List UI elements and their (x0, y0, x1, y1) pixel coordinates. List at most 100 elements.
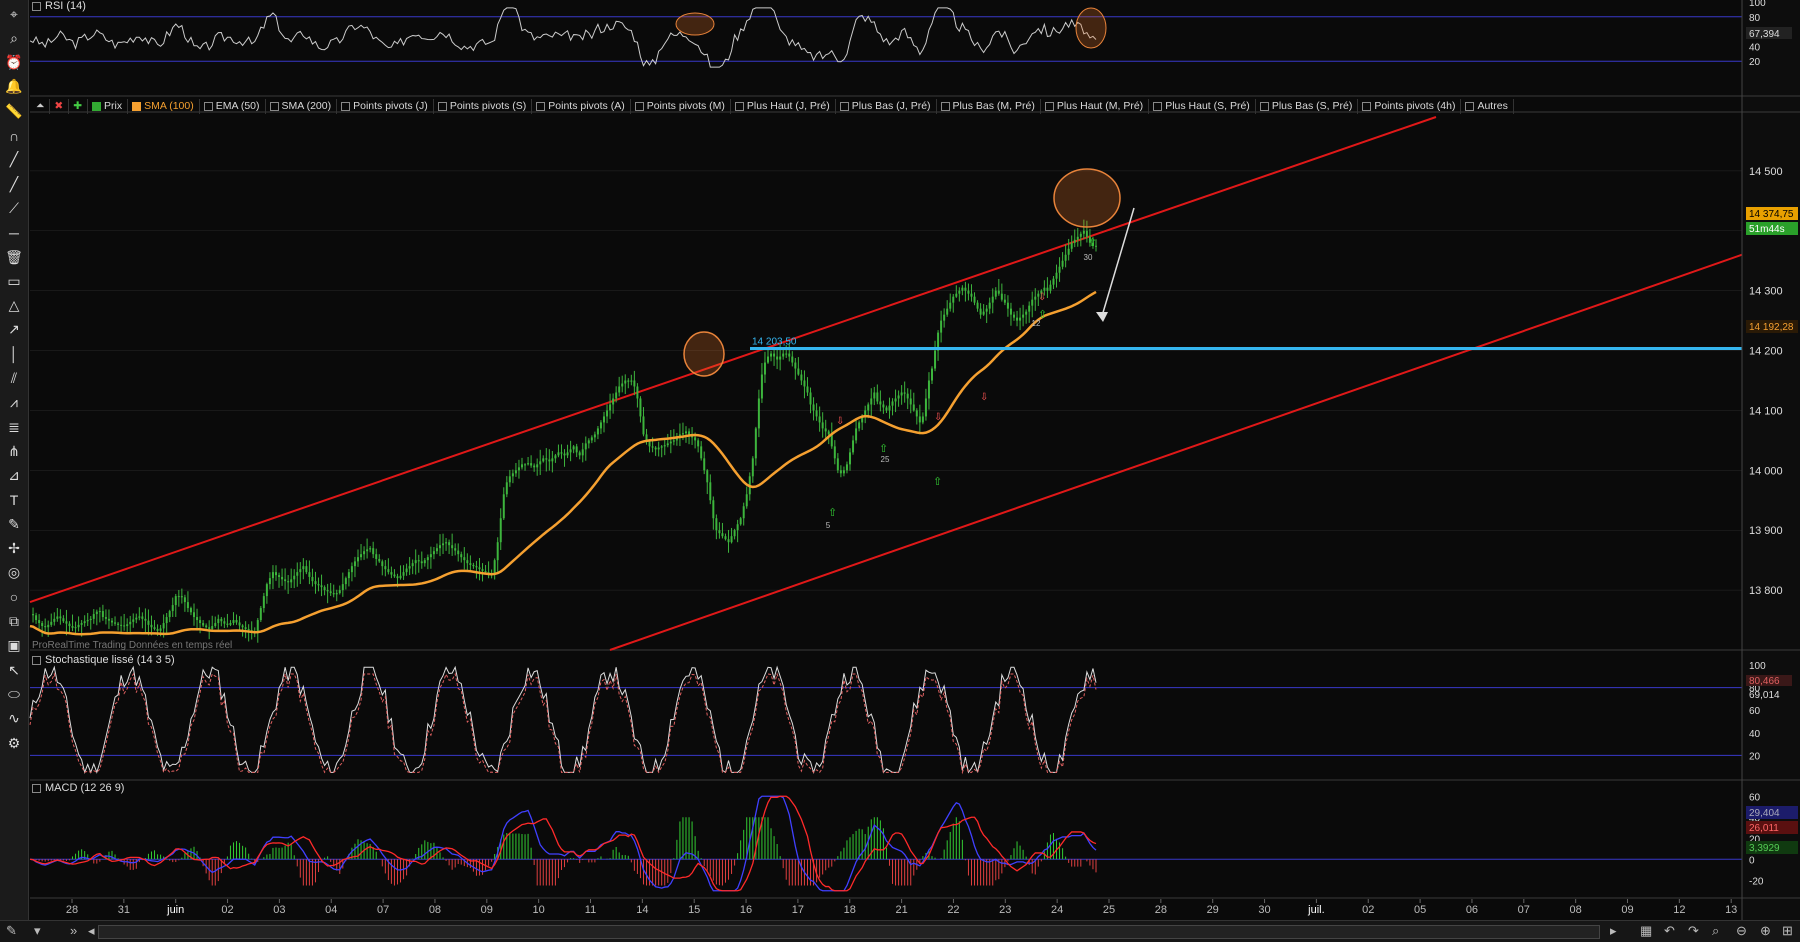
candle-body (569, 449, 572, 453)
zoom-in-icon[interactable]: ⊕ (1760, 923, 1771, 939)
candle-body (71, 626, 74, 628)
zoom-icon[interactable]: ⌕ (1712, 923, 1719, 939)
date-tick-label: 18 (844, 904, 856, 916)
stoch-checkbox[interactable] (32, 655, 41, 665)
candle-body (335, 593, 338, 595)
legend-item[interactable]: Points pivots (J) (337, 98, 434, 114)
candle-body (405, 568, 408, 573)
legend-item[interactable]: Points pivots (S) (434, 98, 533, 114)
candle-body (141, 616, 144, 619)
candle-body (967, 290, 970, 294)
legend-checkbox[interactable] (1259, 101, 1269, 111)
candle-body (815, 410, 818, 417)
legend-checkbox[interactable] (203, 101, 213, 111)
fit-icon[interactable]: ⊞ (1782, 923, 1793, 939)
close-icon[interactable]: ✖ (50, 98, 70, 114)
channel-upper-line (29, 116, 1437, 604)
date-tick-label: 25 (1103, 904, 1115, 916)
candle-body (132, 619, 135, 622)
alarm-icon[interactable]: ⏶ (32, 98, 51, 114)
candle-body (530, 463, 533, 466)
candle-body (1000, 293, 1003, 300)
legend-item[interactable]: Points pivots (4h) (1358, 98, 1462, 114)
date-tick-label: 04 (325, 904, 337, 916)
candle-body (1067, 248, 1070, 255)
legend-checkbox[interactable] (269, 101, 279, 111)
candle-body (281, 576, 284, 580)
candle-body (165, 617, 168, 624)
legend-item[interactable]: Autres (1461, 98, 1514, 114)
legend-item[interactable]: SMA (200) (266, 98, 338, 114)
legend-item[interactable]: Plus Haut (S, Pré) (1149, 98, 1256, 114)
candle-body (95, 611, 98, 615)
legend-item[interactable]: Points pivots (M) (631, 98, 731, 114)
legend-item[interactable]: Points pivots (A) (532, 98, 631, 114)
macd-checkbox[interactable] (32, 783, 41, 793)
redo-icon[interactable]: ↷ (1688, 923, 1699, 939)
legend-checkbox[interactable] (1153, 101, 1163, 111)
double-chevron-icon[interactable]: » (70, 923, 77, 938)
chart-area[interactable]: 14 500 14 40 0 14 300 14 200 14 100 14 000 13 9… (0, 0, 1800, 920)
legend-checkbox[interactable] (1362, 101, 1372, 111)
legend-checkbox[interactable] (437, 101, 447, 111)
candle-body (791, 356, 794, 363)
down-arrow-head (1096, 312, 1108, 322)
candle-body (238, 622, 241, 626)
candle-body (587, 440, 590, 444)
scroll-right-icon[interactable]: ▸ (1610, 923, 1617, 939)
candle-body (533, 465, 536, 468)
legend-item[interactable]: Plus Haut (M, Pré) (1041, 98, 1150, 114)
signal-marker-icon: ⇩ (934, 412, 942, 423)
scroll-left-icon[interactable]: ◂ (88, 923, 95, 939)
candle-body (186, 602, 189, 609)
price-tick-label: 13 900 (1749, 525, 1783, 537)
candle-body (308, 572, 311, 577)
stoch-last-value: 80,466 (1749, 676, 1780, 687)
candle-body (232, 620, 235, 624)
rsi-last-value: 67,394 (1749, 29, 1780, 40)
legend-item[interactable]: EMA (50) (200, 98, 266, 114)
menu-icon[interactable]: ▾ (34, 923, 41, 939)
legend-checkbox[interactable] (940, 101, 950, 111)
candle-body (147, 620, 150, 625)
candle-body (101, 611, 104, 618)
zoom-out-icon[interactable]: ⊖ (1736, 923, 1747, 939)
add-icon[interactable]: ✚ (69, 98, 89, 114)
legend-checkbox[interactable] (536, 101, 546, 111)
undo-icon[interactable]: ↶ (1664, 923, 1675, 939)
legend-item[interactable]: SMA (100) (128, 98, 200, 114)
legend-item[interactable]: Plus Bas (J, Pré) (836, 98, 937, 114)
candle-body (423, 560, 426, 564)
horizontal-scrollbar[interactable] (98, 925, 1600, 939)
candle-body (852, 440, 855, 453)
candle-body (952, 296, 955, 303)
candle-body (1043, 287, 1046, 291)
rsi-checkbox[interactable] (32, 1, 41, 11)
legend-checkbox[interactable] (839, 101, 849, 111)
candle-body (174, 596, 177, 606)
legend-item[interactable]: Plus Bas (M, Pré) (937, 98, 1041, 114)
candle-body (262, 596, 265, 609)
candle-body (812, 404, 815, 411)
candle-body (927, 380, 930, 399)
legend-checkbox[interactable] (92, 101, 102, 111)
legend-item[interactable]: Plus Bas (S, Pré) (1256, 98, 1359, 114)
legend-checkbox[interactable] (341, 101, 351, 111)
legend-checkbox[interactable] (1044, 101, 1054, 111)
candle-body (217, 618, 220, 624)
candle-body (314, 581, 317, 585)
candle-body (1034, 296, 1037, 300)
date-tick-label: 02 (1362, 904, 1374, 916)
calendar-icon[interactable]: ▦ (1640, 923, 1652, 939)
legend-checkbox[interactable] (1465, 101, 1475, 111)
legend-item[interactable]: Plus Haut (J, Pré) (731, 98, 836, 114)
legend-checkbox[interactable] (132, 101, 142, 111)
candle-body (65, 621, 68, 624)
legend-checkbox[interactable] (734, 101, 744, 111)
pencil-icon[interactable]: ✎ (6, 923, 17, 939)
candle-body (344, 578, 347, 585)
candle-body (961, 287, 964, 291)
legend-item[interactable]: Prix (88, 98, 129, 114)
candle-body (496, 542, 499, 561)
legend-checkbox[interactable] (634, 101, 644, 111)
